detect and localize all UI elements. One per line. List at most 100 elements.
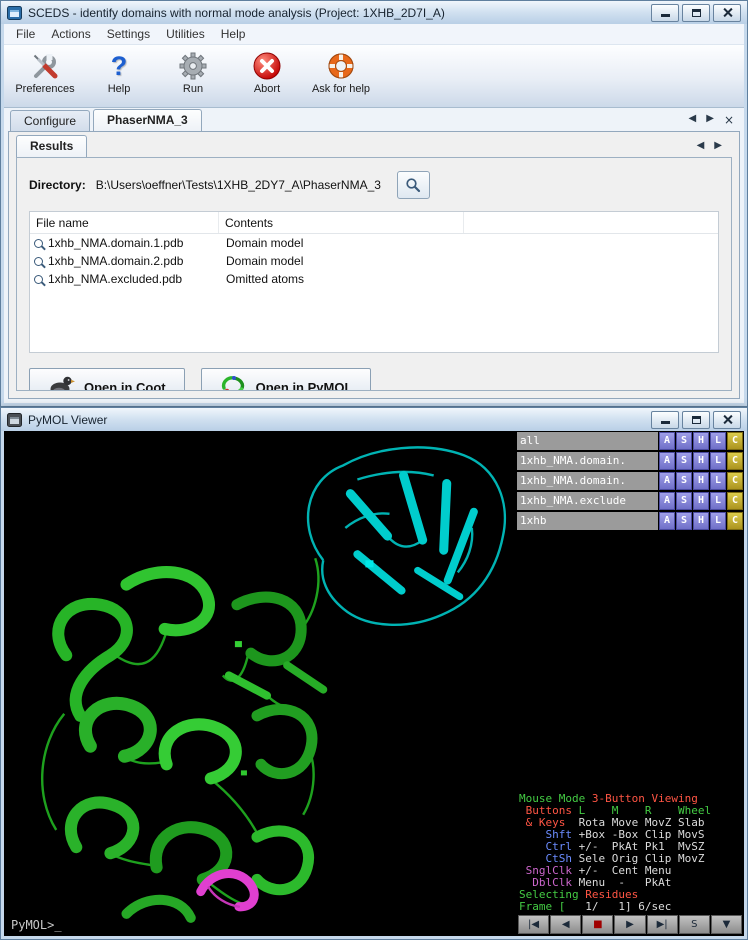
help-button[interactable]: ? Help — [84, 49, 154, 96]
browse-button[interactable] — [397, 171, 430, 199]
window-title: SCEDS - identify domains with normal mod… — [28, 6, 645, 20]
object-l-button[interactable]: L — [710, 512, 726, 530]
tab-scroll-left-icon[interactable]: ◀ — [689, 113, 697, 127]
results-scroll-right-icon[interactable]: ▶ — [714, 140, 722, 151]
open-in-coot-button[interactable]: Open in Coot — [29, 368, 185, 391]
object-l-button[interactable]: L — [710, 432, 726, 450]
object-row: 1xhbASHLC — [517, 512, 743, 530]
mouse-panel: Mouse Mode 3-Button Viewing Buttons L M … — [519, 793, 742, 913]
object-a-button[interactable]: A — [659, 492, 675, 510]
toolbar-label: Help — [108, 83, 131, 95]
tab-close-icon[interactable]: × — [724, 113, 734, 127]
menu-settings[interactable]: Settings — [99, 25, 158, 43]
mouse-panel-line: Frame [ 1/ 1] 6/sec — [519, 901, 742, 913]
close-button[interactable] — [713, 4, 741, 22]
vcr-play-button[interactable]: ▶ — [614, 915, 645, 934]
menu-utilities[interactable]: Utilities — [158, 25, 213, 43]
object-s-button[interactable]: S — [676, 472, 692, 490]
pymol-side-panel: allASHLC1xhb_NMA.domain.ASHLC1xhb_NMA.do… — [516, 431, 744, 936]
tab-phasernma-3[interactable]: PhaserNMA_3 — [93, 109, 202, 131]
object-h-button[interactable]: H — [693, 452, 709, 470]
file-table-body: 1xhb_NMA.domain.1.pdbDomain model1xhb_NM… — [30, 234, 718, 288]
object-name[interactable]: 1xhb_NMA.domain. — [517, 472, 658, 490]
object-h-button[interactable]: H — [693, 492, 709, 510]
column-header-contents[interactable]: Contents — [219, 212, 464, 233]
object-a-button[interactable]: A — [659, 512, 675, 530]
vcr-stop-button[interactable]: ■ — [582, 915, 613, 934]
tab-configure[interactable]: Configure — [10, 110, 90, 131]
maximize-button[interactable] — [682, 411, 710, 429]
vcr-menu-button[interactable]: ▼ — [711, 915, 742, 934]
vcr-rewind-button[interactable]: |◀ — [518, 915, 549, 934]
object-c-button[interactable]: C — [727, 492, 743, 510]
object-row: 1xhb_NMA.domain.ASHLC — [517, 472, 743, 490]
menu-file[interactable]: File — [8, 25, 43, 43]
object-a-button[interactable]: A — [659, 432, 675, 450]
column-header-file-name[interactable]: File name — [30, 212, 219, 233]
object-h-button[interactable]: H — [693, 512, 709, 530]
tab-bar: Configure PhaserNMA_3 ◀ ▶ × — [4, 108, 744, 131]
sceds-window: SCEDS - identify domains with normal mod… — [0, 0, 748, 407]
open-in-pymol-label: Open in PyMOL — [256, 380, 353, 392]
object-s-button[interactable]: S — [676, 432, 692, 450]
object-s-button[interactable]: S — [676, 512, 692, 530]
object-a-button[interactable]: A — [659, 452, 675, 470]
menu-help[interactable]: Help — [213, 25, 254, 43]
directory-label: Directory: — [29, 178, 86, 192]
file-name: 1xhb_NMA.domain.1.pdb — [48, 236, 183, 250]
magnifier-icon — [34, 257, 43, 266]
maximize-button[interactable] — [682, 4, 710, 22]
protein-structure — [4, 431, 516, 936]
object-row: 1xhb_NMA.excludeASHLC — [517, 492, 743, 510]
close-icon — [722, 414, 733, 425]
object-row: allASHLC — [517, 432, 743, 450]
pymol-command-prompt[interactable]: PyMOL>_ — [11, 918, 62, 932]
ask-for-help-button[interactable]: Ask for help — [306, 49, 376, 96]
object-c-button[interactable]: C — [727, 512, 743, 530]
object-c-button[interactable]: C — [727, 452, 743, 470]
object-l-button[interactable]: L — [710, 472, 726, 490]
preferences-button[interactable]: Preferences — [10, 49, 80, 96]
table-row[interactable]: 1xhb_NMA.domain.1.pdbDomain model — [30, 234, 718, 252]
menu-actions[interactable]: Actions — [43, 25, 98, 43]
tab-results[interactable]: Results — [16, 135, 87, 157]
table-row[interactable]: 1xhb_NMA.excluded.pdbOmitted atoms — [30, 270, 718, 288]
molecule-viewport[interactable] — [4, 431, 516, 936]
close-button[interactable] — [713, 411, 741, 429]
abort-button[interactable]: Abort — [232, 49, 302, 96]
object-name[interactable]: 1xhb_NMA.exclude — [517, 492, 658, 510]
object-c-button[interactable]: C — [727, 432, 743, 450]
run-button[interactable]: Run — [158, 49, 228, 96]
object-l-button[interactable]: L — [710, 492, 726, 510]
object-h-button[interactable]: H — [693, 472, 709, 490]
object-s-button[interactable]: S — [676, 452, 692, 470]
object-name[interactable]: 1xhb_NMA.domain. — [517, 452, 658, 470]
object-h-button[interactable]: H — [693, 432, 709, 450]
results-scroll-left-icon[interactable]: ◀ — [697, 140, 705, 151]
toolbar-label: Run — [183, 83, 203, 95]
open-in-pymol-button[interactable]: Open in PyMOL — [201, 368, 372, 391]
vcr-s-button[interactable]: S — [679, 915, 710, 934]
vcr-step-forward-button[interactable]: ▶| — [647, 915, 678, 934]
file-contents: Omitted atoms — [218, 272, 304, 286]
gear-icon — [177, 50, 209, 82]
file-table: File name Contents 1xhb_NMA.domain.1.pdb… — [29, 211, 719, 353]
question-icon: ? — [103, 50, 135, 82]
object-s-button[interactable]: S — [676, 492, 692, 510]
file-name: 1xhb_NMA.domain.2.pdb — [48, 254, 183, 268]
object-name[interactable]: 1xhb — [517, 512, 658, 530]
file-table-header: File name Contents — [30, 212, 718, 234]
vcr-step-back-button[interactable]: ◀ — [550, 915, 581, 934]
table-row[interactable]: 1xhb_NMA.domain.2.pdbDomain model — [30, 252, 718, 270]
minimize-button[interactable] — [651, 4, 679, 22]
object-c-button[interactable]: C — [727, 472, 743, 490]
pymol-logo-icon — [220, 374, 247, 391]
object-l-button[interactable]: L — [710, 452, 726, 470]
tab-scroll-right-icon[interactable]: ▶ — [706, 113, 714, 127]
open-in-coot-label: Open in Coot — [84, 380, 166, 392]
pymol-titlebar[interactable]: PyMOL Viewer — [1, 408, 747, 431]
sceds-titlebar[interactable]: SCEDS - identify domains with normal mod… — [1, 1, 747, 24]
object-a-button[interactable]: A — [659, 472, 675, 490]
minimize-button[interactable] — [651, 411, 679, 429]
object-name[interactable]: all — [517, 432, 658, 450]
